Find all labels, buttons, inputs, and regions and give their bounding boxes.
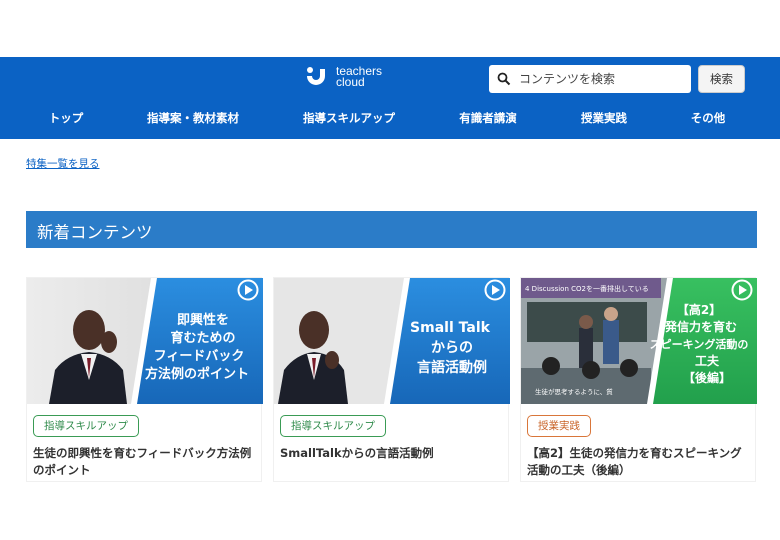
- content-card[interactable]: 即興性を 育むための フィードバック 方法例のポイント 指導スキルアップ 生徒の…: [26, 277, 263, 482]
- card-thumbnail[interactable]: 即興性を 育むための フィードバック 方法例のポイント: [27, 278, 263, 404]
- content-card[interactable]: 4 Discussion CO2を一番排出している 生徒が思考するように、質 【…: [520, 277, 757, 482]
- category-tag[interactable]: 指導スキルアップ: [33, 415, 139, 437]
- search-input[interactable]: [519, 72, 689, 86]
- search-button[interactable]: 検索: [698, 65, 745, 93]
- card-title-line: 生徒の即興性を育むフィードバック方法例: [33, 446, 252, 460]
- thumb-text-line: 発信力を育む: [664, 319, 737, 334]
- section-title: 新着コンテンツ: [37, 223, 153, 242]
- nav-item-skill-up[interactable]: 指導スキルアップ: [303, 110, 395, 126]
- thumb-text-line: スピーキング活動の: [650, 337, 749, 351]
- content-card[interactable]: Small Talk からの 言語活動例 指導スキルアップ SmallTalkか…: [273, 277, 510, 482]
- card-title-line: SmallTalkからの言語活動例: [280, 446, 434, 460]
- thumb-subtitle: 生徒が思考するように、質: [535, 387, 613, 396]
- card-title[interactable]: 生徒の即興性を育むフィードバック方法例 のポイント: [33, 445, 261, 479]
- main-nav: トップ 指導案・教材素材 指導スキルアップ 有識者講演 授業実践 その他: [0, 110, 780, 132]
- thumb-text-line: からの: [431, 340, 473, 356]
- card-thumbnail[interactable]: 4 Discussion CO2を一番排出している 生徒が思考するように、質 【…: [521, 278, 757, 404]
- thumb-caption: 4 Discussion CO2を一番排出している: [525, 284, 649, 293]
- thumb-text-line: 【後編】: [683, 370, 731, 385]
- thumb-text-line: Small Talk: [410, 320, 491, 336]
- logo-text: teachers cloud: [336, 65, 382, 89]
- thumb-text-line: 即興性を: [177, 312, 229, 328]
- thumb-text-line: 言語活動例: [417, 359, 487, 376]
- card-title-line: 活動の工夫（後編）: [527, 463, 631, 477]
- category-tag[interactable]: 授業実践: [527, 415, 591, 437]
- logo-icon: [307, 67, 325, 85]
- thumb-text-line: 方法例のポイント: [145, 366, 249, 382]
- site-header: teachers cloud 検索 トップ 指導案・教材素材 指導スキルアップ …: [0, 57, 780, 139]
- card-title-line: のポイント: [33, 463, 91, 477]
- nav-item-lectures[interactable]: 有識者講演: [459, 110, 517, 126]
- thumb-text-line: 【高2】: [677, 302, 721, 317]
- thumb-text-line: 育むための: [170, 330, 235, 346]
- card-title[interactable]: SmallTalkからの言語活動例: [280, 445, 508, 462]
- nav-item-lesson-plans[interactable]: 指導案・教材素材: [147, 110, 239, 126]
- thumb-text-line: 工夫: [695, 353, 720, 368]
- nav-item-top[interactable]: トップ: [49, 110, 84, 126]
- thumb-text-line: フィードバック: [154, 349, 245, 364]
- logo-line-2: cloud: [336, 75, 365, 89]
- feature-list-link[interactable]: 特集一覧を見る: [26, 156, 100, 171]
- section-header: 新着コンテンツ: [26, 211, 757, 248]
- nav-item-practice[interactable]: 授業実践: [581, 110, 627, 126]
- card-thumbnail[interactable]: Small Talk からの 言語活動例: [274, 278, 510, 404]
- nav-item-other[interactable]: その他: [691, 110, 726, 126]
- card-title-line: 【高2】生徒の発信力を育むスピーキング: [527, 446, 742, 460]
- card-title[interactable]: 【高2】生徒の発信力を育むスピーキング 活動の工夫（後編）: [527, 445, 755, 479]
- search-icon: [497, 72, 511, 86]
- category-tag[interactable]: 指導スキルアップ: [280, 415, 386, 437]
- search-box: [489, 65, 691, 93]
- site-logo[interactable]: teachers cloud: [304, 65, 382, 89]
